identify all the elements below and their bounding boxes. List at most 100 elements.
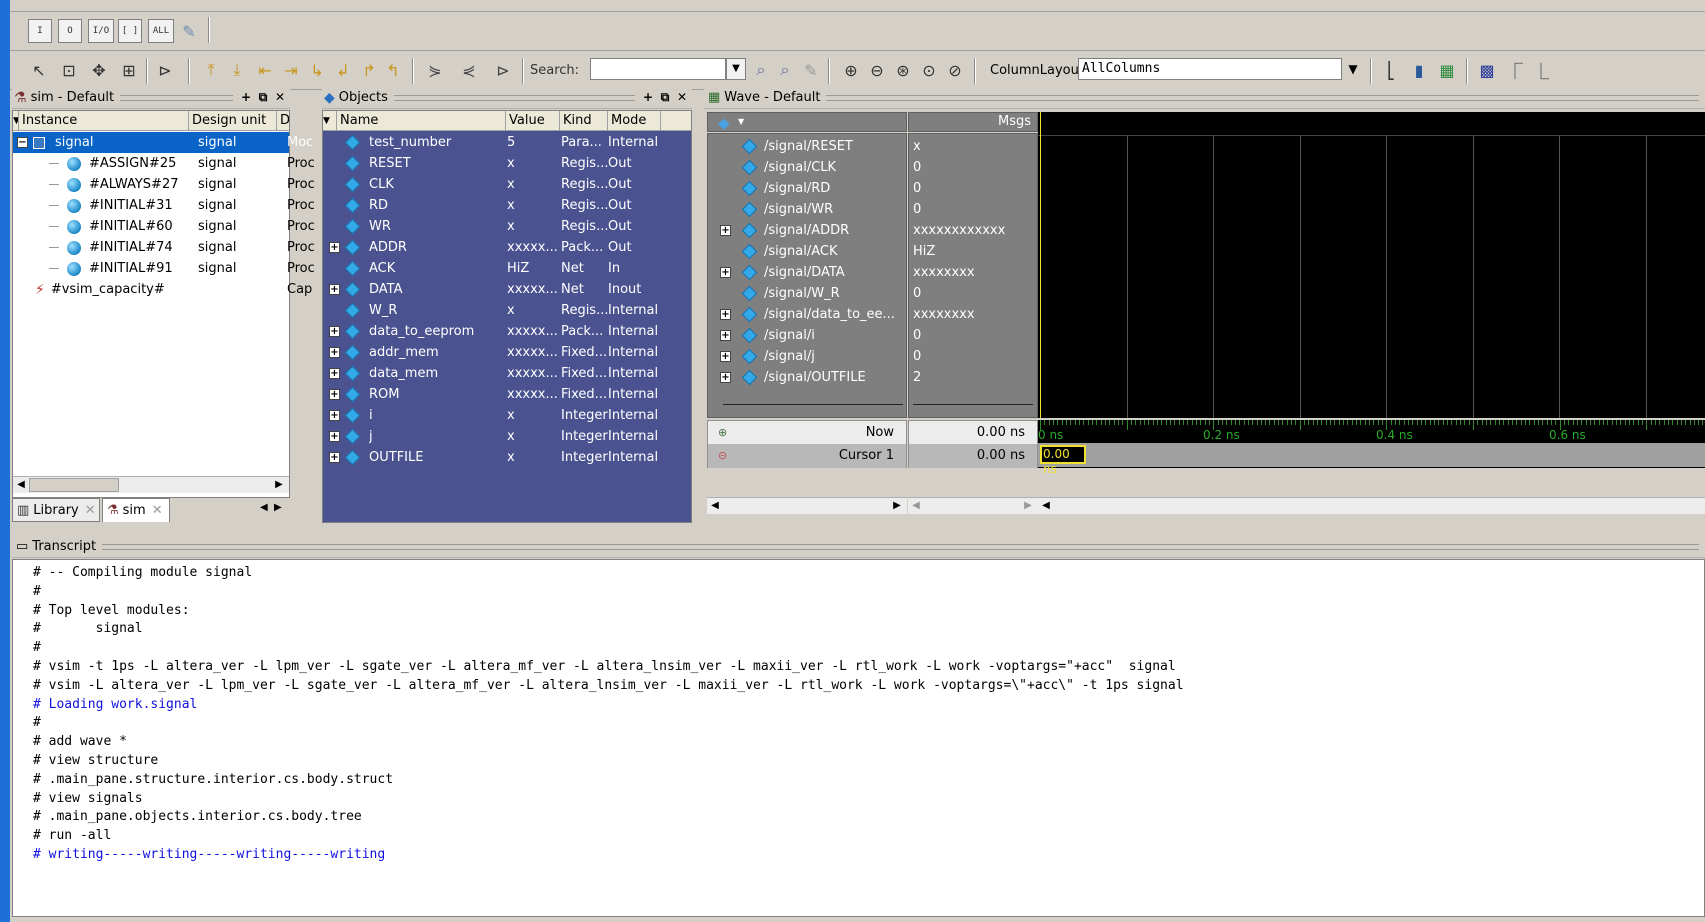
wrench-icon[interactable]: ✎ <box>178 20 200 42</box>
wave-names-scrollbar[interactable]: ◀ ▶ <box>707 497 907 514</box>
step-forward-icon[interactable]: ↱ <box>358 59 380 81</box>
expand-icon[interactable]: + <box>329 452 340 463</box>
wave-signal-row[interactable]: /signal/WR <box>708 199 906 220</box>
object-row[interactable]: + OUTFILE x Integer Internal <box>323 447 691 468</box>
sim-instance-row[interactable]: #INITIAL#31 signal Proc <box>13 195 315 216</box>
expand-icon[interactable]: + <box>329 410 340 421</box>
waveform-style-1-icon[interactable]: ⎣ <box>1380 59 1402 81</box>
expand-icon[interactable]: + <box>720 309 731 320</box>
mode-inout-button[interactable]: I/O <box>88 19 114 43</box>
expand-icon[interactable]: + <box>720 267 731 278</box>
tab-sim[interactable]: ⚗ sim ✕ <box>102 498 170 522</box>
pane-drag-grip[interactable] <box>393 94 635 101</box>
tab-close-icon[interactable]: ✕ <box>152 503 163 518</box>
object-row[interactable]: CLK x Regis... Out <box>323 174 691 195</box>
wave-signal-row[interactable]: + /signal/i <box>708 325 906 346</box>
find-icon[interactable]: ⌕ <box>750 59 772 81</box>
object-row[interactable]: test_number 5 Para... Internal <box>323 132 691 153</box>
step-back-icon[interactable]: ↳ <box>306 59 328 81</box>
dock-plus-icon[interactable]: + <box>239 90 253 105</box>
zoom-mode-icon[interactable]: ⊡ <box>58 59 80 81</box>
waveform-canvas[interactable] <box>1038 112 1705 418</box>
find-options-icon[interactable]: ✎ <box>800 59 822 81</box>
pane-drag-grip[interactable] <box>120 94 233 101</box>
object-row[interactable]: W_R x Regis... Internal <box>323 300 691 321</box>
waveform-style-2-icon[interactable]: ▮ <box>1408 59 1430 81</box>
waveform-scrollbar[interactable]: ◀ <box>1038 497 1705 514</box>
expand-icon[interactable]: + <box>329 368 340 379</box>
wave-signal-row[interactable]: + /signal/OUTFILE <box>708 367 906 388</box>
expand-icon[interactable]: + <box>329 242 340 253</box>
pane-drag-grip[interactable] <box>102 543 1699 550</box>
split-signal-icon[interactable]: ⋟ <box>424 59 446 81</box>
scroll-left-icon[interactable]: ◀ <box>1038 498 1054 514</box>
tab-scroll-left-icon[interactable]: ◀ <box>260 502 268 513</box>
find-next-icon[interactable]: ⌕ <box>774 59 796 81</box>
select-mode-icon[interactable]: ↖ <box>28 59 50 81</box>
object-row[interactable]: + i x Integer Internal <box>323 405 691 426</box>
scroll-left-icon[interactable]: ◀ <box>908 498 924 514</box>
step-back-over-icon[interactable]: ↲ <box>332 59 354 81</box>
column-layout-select[interactable]: AllColumns <box>1078 58 1342 80</box>
column-layout-chevron-down-icon[interactable]: ▼ <box>1342 58 1364 80</box>
dropdown-chevron-icon[interactable]: ▼ <box>738 117 744 126</box>
sort-chevron-down-icon[interactable]: ▼ <box>323 111 337 130</box>
sim-instance-row[interactable]: #ALWAYS#27 signal Proc <box>13 174 315 195</box>
undock-icon[interactable]: ⧉ <box>658 90 672 105</box>
step-out-icon[interactable]: ⇥ <box>280 59 302 81</box>
object-row[interactable]: + DATA xxxxx... Net Inout <box>323 279 691 300</box>
wave-signal-row[interactable]: + /signal/DATA <box>708 262 906 283</box>
transcript-console[interactable]: # -- Compiling module signal # # Top level… <box>12 559 1705 917</box>
edge-rise-icon[interactable]: ⎾ <box>1504 59 1526 81</box>
mode-all-button[interactable]: ALL <box>148 19 174 43</box>
waveform-style-3-icon[interactable]: ▦ <box>1436 59 1458 81</box>
column-value[interactable]: Value <box>506 111 560 130</box>
close-icon[interactable]: ✕ <box>273 90 287 105</box>
scroll-right-icon[interactable]: ▶ <box>271 477 287 493</box>
wave-signal-row[interactable]: + /signal/data_to_ee... <box>708 304 906 325</box>
wave-signal-row[interactable]: + /signal/ADDR <box>708 220 906 241</box>
sim-horizontal-scrollbar[interactable]: ◀ ▶ <box>13 476 289 493</box>
wave-signal-row[interactable]: /signal/CLK <box>708 157 906 178</box>
close-icon[interactable]: ✕ <box>675 90 689 105</box>
wave-signal-row[interactable]: /signal/ACK <box>708 241 906 262</box>
zoom-full-icon[interactable]: ⊛ <box>892 59 914 81</box>
edge-fall-icon[interactable]: ⎿ <box>1530 59 1552 81</box>
expand-icon[interactable]: + <box>720 225 731 236</box>
object-row[interactable]: + data_mem xxxxx... Fixed... Internal <box>323 363 691 384</box>
column-design-type[interactable]: Des <box>277 111 289 130</box>
expand-icon[interactable]: + <box>720 372 731 383</box>
scrollbar-thumb[interactable] <box>29 478 119 492</box>
object-row[interactable]: + data_to_eeprom xxxxx... Pack... Internal <box>323 321 691 342</box>
object-row[interactable]: RESET x Regis... Out <box>323 153 691 174</box>
object-row[interactable]: RD x Regis... Out <box>323 195 691 216</box>
expand-icon[interactable]: + <box>720 330 731 341</box>
zoom-cursor-icon[interactable]: ⊙ <box>918 59 940 81</box>
sim-instance-row[interactable]: #ASSIGN#25 signal Proc <box>13 153 315 174</box>
zoom-range-icon[interactable]: ⊘ <box>944 59 966 81</box>
lock-cursor-icon[interactable]: ⊝ <box>718 449 727 462</box>
group-signal-icon[interactable]: ⊳ <box>492 59 514 81</box>
wave-signal-row[interactable]: /signal/W_R <box>708 283 906 304</box>
zoom-in-icon[interactable]: ⊕ <box>840 59 862 81</box>
step-icon[interactable]: ⤒ <box>200 59 222 81</box>
scroll-left-icon[interactable]: ◀ <box>13 477 29 493</box>
wave-signal-row[interactable]: /signal/RESET <box>708 136 906 157</box>
tab-scroll-right-icon[interactable]: ▶ <box>274 502 282 513</box>
tab-close-icon[interactable]: ✕ <box>85 503 96 518</box>
mode-internal-button[interactable]: [ ] <box>118 19 142 43</box>
column-mode[interactable]: Mode <box>608 111 661 130</box>
sim-instance-row[interactable]: − signal signal Moc <box>13 132 313 153</box>
sim-instance-row[interactable]: #INITIAL#91 signal Proc <box>13 258 315 279</box>
undock-icon[interactable]: ⧉ <box>256 90 270 105</box>
tab-library[interactable]: ▥ Library ✕ <box>12 498 100 522</box>
object-row[interactable]: + addr_mem xxxxx... Fixed... Internal <box>323 342 691 363</box>
pane-drag-grip[interactable] <box>826 94 1699 101</box>
expand-icon[interactable]: + <box>329 347 340 358</box>
object-row[interactable]: + j x Integer Internal <box>323 426 691 447</box>
expand-icon[interactable]: + <box>329 326 340 337</box>
expand-icon[interactable]: + <box>329 431 340 442</box>
column-design-unit[interactable]: Design unit <box>189 111 277 130</box>
expand-icon[interactable]: + <box>329 389 340 400</box>
sim-instance-row[interactable]: ⚡ #vsim_capacity# Cap <box>13 279 312 300</box>
